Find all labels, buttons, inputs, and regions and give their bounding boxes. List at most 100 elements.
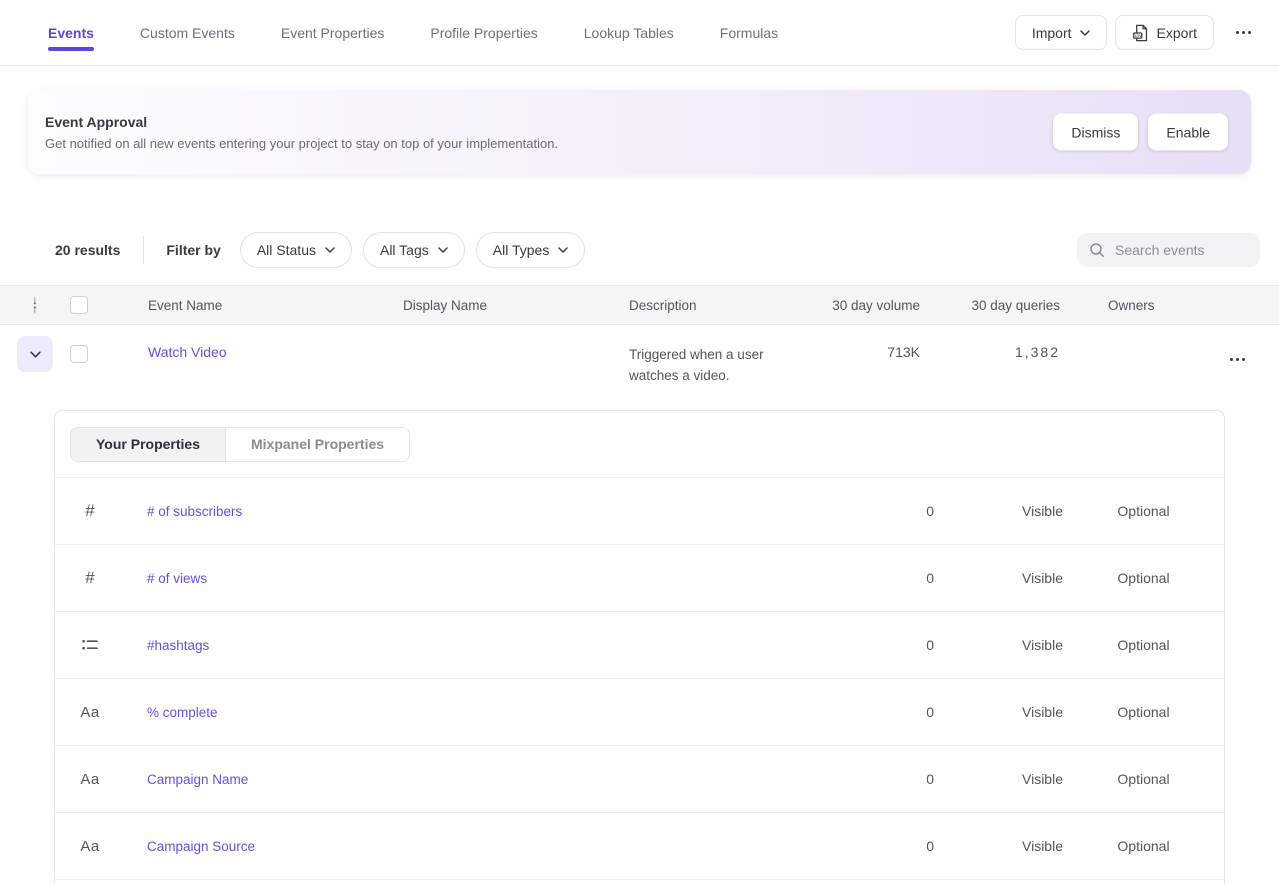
tab-lookup-tables[interactable]: Lookup Tables — [584, 0, 674, 65]
property-query-count: 0 — [834, 503, 934, 519]
hash-icon: # — [85, 568, 94, 588]
column-event-name: Event Name — [110, 298, 403, 313]
property-requirement[interactable]: Optional — [1093, 570, 1194, 586]
chevron-down-icon — [30, 351, 41, 358]
property-name-link[interactable]: # of subscribers — [147, 504, 242, 519]
column-description: Description — [629, 298, 821, 313]
column-30-day-volume: 30 day volume — [821, 298, 920, 313]
column-display-name: Display Name — [403, 298, 629, 313]
text-icon: Aa — [80, 704, 99, 721]
search-input[interactable] — [1115, 242, 1245, 258]
tab-custom-events[interactable]: Custom Events — [140, 0, 235, 65]
property-name-link[interactable]: #hashtags — [147, 638, 209, 653]
nav-tabs: Events Custom Events Event Properties Pr… — [48, 0, 778, 65]
divider — [143, 236, 144, 264]
import-button[interactable]: Import — [1015, 15, 1107, 50]
tab-your-properties[interactable]: Your Properties — [71, 428, 226, 461]
import-button-label: Import — [1032, 25, 1072, 41]
row-actions-button[interactable] — [1222, 348, 1253, 371]
tab-event-properties[interactable]: Event Properties — [281, 0, 385, 65]
event-name-link[interactable]: Watch Video — [148, 336, 227, 360]
csv-file-icon: csv — [1132, 24, 1149, 42]
property-requirement[interactable]: Optional — [1093, 704, 1194, 720]
properties-segmented-control: Your Properties Mixpanel Properties — [70, 427, 410, 462]
enable-button[interactable]: Enable — [1148, 114, 1228, 151]
property-requirement[interactable]: Optional — [1093, 771, 1194, 787]
tab-profile-properties[interactable]: Profile Properties — [430, 0, 537, 65]
results-count: 20 results — [55, 242, 120, 258]
more-options-button[interactable] — [1228, 21, 1259, 44]
filter-all-tags[interactable]: All Tags — [363, 232, 465, 268]
table-row: Watch Video Triggered when a user watche… — [0, 325, 1279, 410]
property-query-count: 0 — [834, 771, 934, 787]
property-name-link[interactable]: # of views — [147, 571, 207, 586]
export-button[interactable]: csv Export — [1115, 15, 1214, 50]
column-30-day-queries: 30 day queries — [920, 298, 1060, 313]
list-icon — [82, 638, 98, 652]
tab-mixpanel-properties[interactable]: Mixpanel Properties — [226, 428, 409, 461]
svg-text:csv: csv — [1134, 33, 1142, 38]
property-visibility[interactable]: Visible — [992, 771, 1093, 787]
banner-actions: Dismiss Enable — [1053, 114, 1228, 151]
chevron-down-icon — [438, 247, 448, 253]
filter-all-types[interactable]: All Types — [476, 232, 586, 268]
row-checkbox[interactable] — [70, 345, 88, 363]
property-row: #hashtags 0 Visible Optional — [55, 612, 1224, 679]
property-query-count: 0 — [834, 838, 934, 854]
property-visibility[interactable]: Visible — [992, 838, 1093, 854]
property-name-link[interactable]: Campaign Source — [147, 839, 255, 854]
export-button-label: Export — [1157, 25, 1197, 41]
text-icon: Aa — [80, 771, 99, 788]
table-header: ↓↑ Event Name Display Name Description 3… — [0, 285, 1279, 325]
properties-tabbar: Your Properties Mixpanel Properties — [55, 411, 1224, 478]
property-row: Aa Campaign Name 0 Visible Optional — [55, 746, 1224, 813]
property-visibility[interactable]: Visible — [992, 704, 1093, 720]
banner-title: Event Approval — [45, 114, 991, 130]
property-row: Aa Campaign Source 0 Visible Optional — [55, 813, 1224, 880]
property-visibility[interactable]: Visible — [992, 570, 1093, 586]
event-approval-banner: Event Approval Get notified on all new e… — [28, 90, 1251, 174]
property-requirement[interactable]: Optional — [1093, 503, 1194, 519]
chevron-down-icon — [1080, 30, 1090, 36]
dismiss-button[interactable]: Dismiss — [1053, 114, 1138, 151]
filter-all-tags-label: All Tags — [380, 242, 429, 258]
property-visibility[interactable]: Visible — [992, 503, 1093, 519]
hash-icon: # — [85, 501, 94, 521]
property-query-count: 0 — [834, 570, 934, 586]
tab-formulas[interactable]: Formulas — [720, 0, 778, 65]
collapse-row-button[interactable] — [17, 336, 53, 372]
property-name-link[interactable]: Campaign Name — [147, 772, 248, 787]
chevron-down-icon — [325, 247, 335, 253]
property-visibility[interactable]: Visible — [992, 637, 1093, 653]
property-requirement[interactable]: Optional — [1093, 637, 1194, 653]
tab-events[interactable]: Events — [48, 0, 94, 65]
properties-panel: Your Properties Mixpanel Properties # # … — [54, 410, 1225, 884]
ellipsis-icon — [1236, 31, 1251, 34]
column-owners: Owners — [1060, 298, 1190, 313]
chevron-down-icon — [558, 247, 568, 253]
collapse-rows-icon[interactable]: ↓↑ — [32, 296, 38, 314]
property-row: Aa % complete 0 Visible Optional — [55, 679, 1224, 746]
text-icon: Aa — [80, 838, 99, 855]
property-query-count: 0 — [834, 637, 934, 653]
filter-all-status-label: All Status — [257, 242, 316, 258]
select-all-checkbox[interactable] — [70, 296, 88, 314]
property-query-count: 0 — [834, 704, 934, 720]
event-30-day-queries: 1,382 — [920, 336, 1060, 360]
top-nav: Events Custom Events Event Properties Pr… — [0, 0, 1279, 66]
property-row: # # of views 0 Visible Optional — [55, 545, 1224, 612]
filter-all-types-label: All Types — [493, 242, 550, 258]
property-name-link[interactable]: % complete — [147, 705, 218, 720]
event-description: Triggered when a user watches a video. — [629, 336, 821, 386]
banner-description: Get notified on all new events entering … — [45, 136, 991, 151]
filter-by-label: Filter by — [166, 242, 220, 258]
search-events-box[interactable] — [1077, 233, 1260, 267]
nav-actions: Import csv Export — [1015, 15, 1259, 50]
property-row: # # of subscribers 0 Visible Optional — [55, 478, 1224, 545]
filter-all-status[interactable]: All Status — [240, 232, 352, 268]
ellipsis-icon — [1230, 358, 1245, 361]
filter-row: 20 results Filter by All Status All Tags… — [0, 232, 1279, 268]
property-requirement[interactable]: Optional — [1093, 838, 1194, 854]
event-30-day-volume: 713K — [821, 336, 920, 360]
search-icon — [1089, 242, 1105, 258]
